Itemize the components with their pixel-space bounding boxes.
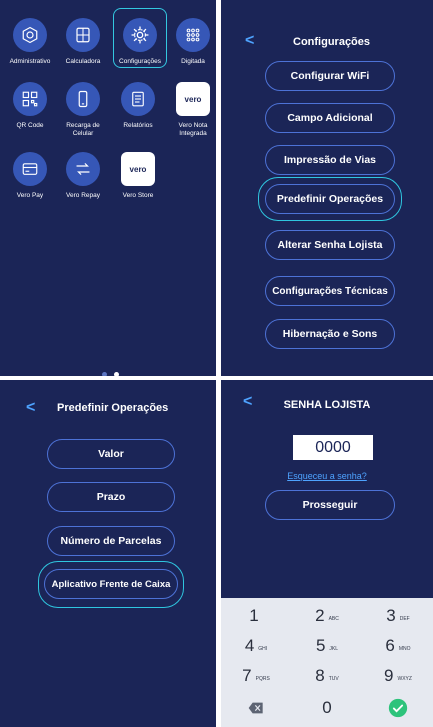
keypad-icon (176, 18, 210, 52)
forgot-password-link[interactable]: Esqueceu a senha? (221, 471, 433, 481)
settings-item-predefinir-operacoes[interactable]: Predefinir Operações (265, 184, 395, 214)
phone-icon (66, 82, 100, 116)
page-title: Predefinir Operações (57, 402, 169, 414)
key-7[interactable]: 7 PQRS (221, 662, 291, 690)
key-9[interactable]: 9 WXYZ (363, 662, 433, 690)
page-indicator (100, 364, 120, 376)
app-label: Vero Nota Integrada (178, 122, 208, 137)
app-recarga-de-celular[interactable]: Recarga de Celular (56, 82, 110, 138)
back-button[interactable]: < (245, 33, 254, 49)
document-icon (121, 82, 155, 116)
vero-logo-icon: vero (121, 152, 155, 186)
launcher-panel: Administrativo Calculadora Configurações… (0, 0, 216, 376)
option-numero-de-parcelas[interactable]: Número de Parcelas (47, 526, 175, 556)
app-label: Vero Repay (66, 192, 100, 199)
confirm-key[interactable] (363, 694, 433, 722)
key-5[interactable]: 5 JKL (292, 632, 362, 660)
app-configuracoes[interactable]: Configurações (113, 8, 167, 68)
settings-item-alterar-senha-lojista[interactable]: Alterar Senha Lojista (265, 230, 395, 260)
check-icon (388, 698, 408, 718)
key-3[interactable]: 3 DEF (363, 602, 433, 630)
app-relatorios[interactable]: Relatórios (111, 82, 165, 130)
app-digitada[interactable]: Digitada (166, 18, 216, 66)
key-0[interactable]: 0 (292, 694, 362, 722)
app-calculadora[interactable]: Calculadora (56, 18, 110, 66)
app-label: Vero Pay (16, 192, 44, 199)
settings-item-campo-adicional[interactable]: Campo Adicional (265, 103, 395, 133)
swap-arrows-icon (66, 152, 100, 186)
vero-logo-icon: vero (176, 82, 210, 116)
settings-item-configuracoes-tecnicas[interactable]: Configurações Técnicas (265, 276, 395, 306)
senha-lojista-panel: < SENHA LOJISTA 0000 Esqueceu a senha? P… (221, 380, 433, 727)
option-aplicativo-frente-de-caixa[interactable]: Aplicativo Frente de Caixa (44, 569, 178, 599)
app-vero-store[interactable]: vero Vero Store (111, 152, 165, 200)
settings-item-impressao-de-vias[interactable]: Impressão de Vias (265, 145, 395, 175)
app-label: Calculadora (65, 58, 101, 65)
key-1[interactable]: 1 (221, 602, 291, 630)
page-dot (101, 372, 107, 376)
option-valor[interactable]: Valor (47, 439, 175, 469)
page-title: Configurações (293, 36, 371, 48)
backspace-icon (248, 702, 263, 714)
hexagon-icon (13, 18, 47, 52)
app-label: Administrativo (9, 58, 51, 65)
back-button[interactable]: < (26, 400, 35, 416)
app-label: Vero Store (122, 192, 154, 199)
page-title: SENHA LOJISTA (283, 399, 371, 411)
calculator-icon (66, 18, 100, 52)
option-prazo[interactable]: Prazo (47, 482, 175, 512)
key-4[interactable]: 4 GHI (221, 632, 291, 660)
key-8[interactable]: 8 TUV (292, 662, 362, 690)
predefinir-operacoes-panel: < Predefinir Operações Valor Prazo Númer… (0, 380, 216, 727)
app-vero-nota-integrada[interactable]: vero Vero Nota Integrada (166, 82, 216, 138)
password-field[interactable]: 0000 (293, 435, 373, 460)
numeric-keypad: 1 2 ABC 3 DEF 4 GHI 5 JKL 6 MNO 7 PQRS 8 TUV 9W… (221, 598, 433, 727)
app-label: Relatórios (123, 122, 153, 129)
app-administrativo[interactable]: Administrativo (3, 18, 57, 66)
app-label: Configurações (119, 58, 161, 65)
app-vero-repay[interactable]: Vero Repay (56, 152, 110, 200)
key-6[interactable]: 6 MNO (363, 632, 433, 660)
backspace-key[interactable] (221, 694, 291, 722)
app-qr-code[interactable]: QR Code (3, 82, 57, 130)
continue-button[interactable]: Prosseguir (265, 490, 395, 520)
app-label: Digitada (181, 58, 205, 65)
card-icon (13, 152, 47, 186)
app-vero-pay[interactable]: Vero Pay (3, 152, 57, 200)
settings-panel: < Configurações Configurar WiFi Campo Ad… (221, 0, 433, 376)
app-label: QR Code (16, 122, 44, 129)
key-2[interactable]: 2 ABC (292, 602, 362, 630)
settings-item-hibernacao-e-sons[interactable]: Hibernação e Sons (265, 319, 395, 349)
app-label: Recarga de Celular (66, 122, 100, 137)
qr-code-icon (13, 82, 47, 116)
gear-icon (123, 18, 157, 52)
page-dot-active (113, 372, 119, 376)
settings-item-configurar-wifi[interactable]: Configurar WiFi (265, 61, 395, 91)
